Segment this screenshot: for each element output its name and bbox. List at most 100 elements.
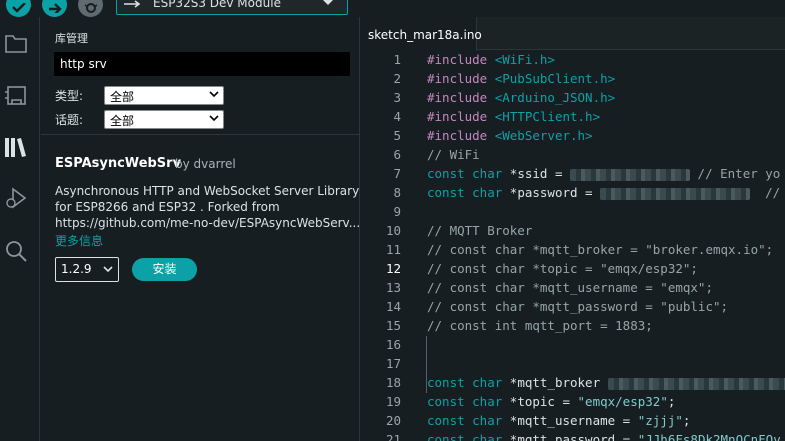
code-token: // Enter yo	[690, 166, 781, 181]
panel-title: 库管理	[55, 32, 88, 45]
code-line[interactable]: 18 const char *mqtt_broker	[361, 374, 785, 393]
type-filter-select[interactable]: 全部	[104, 86, 224, 105]
code-line[interactable]: 20 const char *mqtt_username = "zjjj";	[361, 412, 785, 431]
version-value: 1.2.9	[61, 262, 92, 276]
code-line[interactable]: 16	[361, 336, 785, 355]
code-token: // WiFi	[427, 147, 480, 162]
code-token: #include	[427, 128, 495, 143]
library-search-input[interactable]: http srv	[54, 52, 350, 76]
upload-icon	[48, 3, 62, 13]
code-line[interactable]: 7 const char *ssid = // Enter yo	[361, 165, 785, 184]
version-select[interactable]: 1.2.9	[55, 257, 119, 282]
library-item-description-line2: for ESP8266 and ESP32 . Forked from	[55, 200, 280, 214]
line-number: 5	[393, 128, 401, 143]
code-text: #include <Arduino_JSON.h>	[427, 90, 615, 105]
debug-icon[interactable]	[4, 187, 28, 211]
chevron-down-icon	[103, 266, 113, 273]
code-line[interactable]: 12 // const char *topic = "emqx/esp32";	[361, 260, 785, 279]
code-token: #include	[427, 71, 495, 86]
code-line[interactable]: 8 const char *password = //	[361, 184, 785, 203]
code-text: // const char *topic = "emqx/esp32";	[427, 261, 698, 276]
code-token: const char	[427, 394, 510, 409]
line-number: 12	[385, 261, 401, 276]
search-icon[interactable]	[4, 239, 28, 263]
type-filter-label: 类型:	[55, 89, 84, 103]
line-number: 17	[385, 356, 401, 371]
code-line[interactable]: 3 #include <Arduino_JSON.h>	[361, 89, 785, 108]
tab-sketch[interactable]: sketch_mar18a.ino	[361, 17, 482, 51]
code-line[interactable]: 11 // const char *mqtt_broker = "broker.e…	[361, 241, 785, 260]
code-token: #include	[427, 52, 495, 67]
install-button[interactable]: 安装	[132, 258, 197, 281]
code-text: const char *ssid = // Enter yo	[427, 166, 780, 181]
code-token: *password =	[509, 185, 601, 200]
library-item-name: ESPAsyncWebSrv	[55, 156, 182, 171]
code-token: //	[750, 185, 781, 200]
indent-guide	[426, 336, 427, 393]
line-number: 19	[385, 394, 401, 409]
code-token: const char	[427, 185, 510, 200]
code-token: "zjjj"	[637, 413, 683, 428]
code-text: #include <HTTPClient.h>	[427, 109, 600, 124]
library-item-description-line1: Asynchronous HTTP and WebSocket Server L…	[55, 184, 360, 198]
chevron-down-icon	[209, 91, 219, 98]
code-text: // MQTT Broker	[427, 223, 532, 238]
code-token: <WiFi.h>	[494, 52, 555, 67]
code-token: *topic =	[509, 394, 578, 409]
library-item-description-line3: https://github.com/me-no-dev/ESPAsyncWeb…	[55, 216, 361, 230]
code-text: // const char *mqtt_broker = "broker.emq…	[427, 242, 773, 257]
board-name: ESP32S3 Dev Module	[153, 0, 281, 10]
line-number: 13	[385, 280, 401, 295]
tab-label: sketch_mar18a.ino	[368, 28, 482, 42]
line-number: 6	[393, 147, 401, 162]
code-line[interactable]: 17	[361, 355, 785, 374]
topic-filter-value: 全部	[110, 114, 135, 128]
code-line[interactable]: 13 // const char *mqtt_username = "emqx";	[361, 279, 785, 298]
line-number: 7	[393, 166, 401, 181]
code-token: // const int mqtt_port = 1883;	[427, 318, 653, 333]
code-text: const char *password = //	[427, 185, 780, 200]
line-number: 9	[393, 204, 401, 219]
debug-button[interactable]	[78, 0, 103, 17]
redacted-value	[570, 168, 691, 181]
code-line[interactable]: 2 #include <PubSubClient.h>	[361, 70, 785, 89]
verify-button[interactable]	[6, 0, 31, 17]
line-number: 14	[385, 299, 401, 314]
line-number: 8	[393, 185, 401, 200]
code-line[interactable]: 1 #include <WiFi.h>	[361, 51, 785, 70]
folder-icon[interactable]	[4, 32, 28, 56]
code-line[interactable]: 19 const char *topic = "emqx/esp32";	[361, 393, 785, 412]
code-token: *ssid =	[509, 166, 571, 181]
code-line[interactable]: 9	[361, 203, 785, 222]
code-token: #include	[427, 90, 495, 105]
line-number: 10	[385, 223, 401, 238]
code-text: // const char *mqtt_username = "emqx";	[427, 280, 713, 295]
code-text: #include <WiFi.h>	[427, 52, 555, 67]
code-line[interactable]: 15 // const int mqtt_port = 1883;	[361, 317, 785, 336]
more-info-link[interactable]: 更多信息	[55, 232, 103, 249]
code-line[interactable]: 10 // MQTT Broker	[361, 222, 785, 241]
boards-manager-icon[interactable]	[4, 83, 28, 107]
topic-filter-select[interactable]: 全部	[104, 110, 224, 129]
code-text: const char *mqtt_password = "JJh6Fs8Dk2M…	[427, 432, 781, 441]
code-text: #include <WebServer.h>	[427, 128, 593, 143]
code-editor: sketch_mar18a.ino 1 #include <WiFi.h> 2 #in…	[361, 17, 785, 441]
board-selector[interactable]: ESP32S3 Dev Module	[116, 0, 348, 15]
code-line[interactable]: 6 // WiFi	[361, 146, 785, 165]
code-token: #include	[427, 109, 495, 124]
top-toolbar: ESP32S3 Dev Module	[0, 0, 785, 17]
code-token: const char	[427, 432, 510, 441]
upload-button[interactable]	[42, 0, 67, 17]
line-number: 11	[385, 242, 401, 257]
line-number: 16	[385, 337, 401, 352]
code-line[interactable]: 5 #include <WebServer.h>	[361, 127, 785, 146]
code-line[interactable]: 14 // const char *mqtt_password = "public…	[361, 298, 785, 317]
code-token: ;	[667, 394, 676, 409]
editor-tab-bar: sketch_mar18a.ino	[361, 17, 785, 51]
chevron-down-icon	[209, 115, 219, 122]
code-line[interactable]: 4 #include <HTTPClient.h>	[361, 108, 785, 127]
code-text: const char *mqtt_username = "zjjj";	[427, 413, 690, 428]
code-line[interactable]: 21 const char *mqtt_password = "JJh6Fs8Dk…	[361, 431, 785, 441]
code-text: const char *mqtt_broker	[427, 375, 785, 390]
library-manager-icon[interactable]	[4, 135, 28, 159]
